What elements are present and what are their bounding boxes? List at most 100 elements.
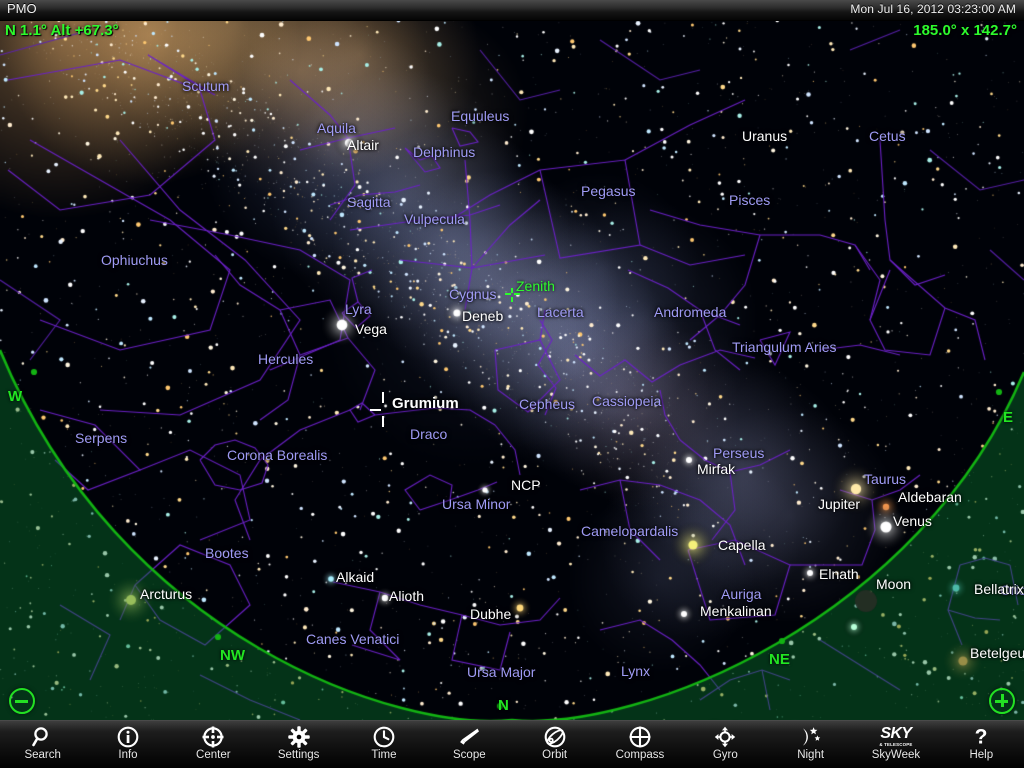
- toolbar-item-skyweek[interactable]: SKY & TELESCOPE SkyWeek: [853, 721, 938, 768]
- orbit-icon: [544, 725, 566, 748]
- constellation-label: Vulpecula: [404, 211, 465, 227]
- toolbar-item-scope[interactable]: Scope: [427, 721, 512, 768]
- constellation-label: Camelopardalis: [581, 523, 679, 539]
- constellation-label: Aquila: [317, 120, 356, 136]
- bottom-toolbar: Search Info Center Settings Time Scope Orbit Co…: [0, 720, 1024, 768]
- constellation-label: Cygnus: [449, 286, 497, 302]
- star-label: Altair: [347, 137, 379, 153]
- star-label: Jupiter: [818, 496, 861, 512]
- toolbar-item-gyro[interactable]: Gyro: [683, 721, 768, 768]
- constellation-label: Draco: [410, 426, 448, 442]
- toolbar-item-label: Center: [196, 749, 231, 761]
- constellation-label: Sagitta: [347, 194, 391, 210]
- toolbar-item-label: Help: [969, 749, 994, 761]
- star-label: NCP: [511, 477, 541, 493]
- constellation-label: Cepheus: [519, 396, 576, 412]
- constellation-label: Delphinus: [413, 144, 476, 160]
- star-label: Arcturus: [140, 586, 193, 602]
- star-label: Dubhe: [470, 606, 512, 622]
- toolbar-item-time[interactable]: Time: [341, 721, 426, 768]
- toolbar-item-label: Search: [24, 749, 61, 761]
- star-label: Aldebaran: [898, 489, 962, 505]
- constellation-label: Canes Venatici: [306, 631, 400, 647]
- constellation-label: Taurus: [864, 471, 907, 487]
- star-label: Capella: [718, 537, 766, 553]
- question-mark-icon: ?: [970, 725, 992, 748]
- cardinal-point-label: W: [8, 388, 23, 405]
- constellation-label: Equuleus: [451, 108, 510, 124]
- sky-wordmark-big: SKY: [880, 725, 912, 743]
- status-datetime: Mon Jul 16, 2012 03:23:00 AM: [850, 2, 1016, 16]
- plus-circle-icon[interactable]: [989, 688, 1015, 714]
- selected-object-label: Grumium: [392, 395, 459, 412]
- constellation-label: Cassiopeia: [592, 393, 662, 409]
- zenith-label: Zenith: [516, 278, 555, 294]
- minus-circle-icon[interactable]: [9, 688, 35, 714]
- constellation-label: Triangulum Aries: [732, 339, 837, 355]
- toolbar-item-center[interactable]: Center: [171, 721, 256, 768]
- star-label: Menkalinan: [700, 603, 772, 619]
- star-label: Alioth: [389, 588, 425, 604]
- toolbar-item-search[interactable]: Search: [0, 721, 85, 768]
- sky-view[interactable]: Scutum Aquila Equuleus Delphinus Ophiuchus Sa…: [0, 20, 1024, 720]
- toolbar-item-label: Info: [118, 749, 138, 761]
- gear-icon: [287, 725, 310, 748]
- toolbar-item-label: Orbit: [542, 749, 568, 761]
- star-label: Venus: [893, 513, 932, 529]
- constellation-label: Cetus: [869, 128, 906, 144]
- info-icon: [117, 725, 139, 748]
- toolbar-item-help[interactable]: ? Help: [939, 721, 1024, 768]
- star-label: Deneb: [462, 308, 504, 324]
- constellation-label: Lacerta: [537, 304, 584, 320]
- orientation-readout: N 1.1° Alt +67.3°: [5, 22, 119, 39]
- constellation-label: Auriga: [721, 586, 762, 602]
- toolbar-item-label: Scope: [453, 749, 486, 761]
- app-name: PMO: [7, 1, 37, 16]
- toolbar-item-label: Time: [371, 749, 397, 761]
- cardinal-point-label: N: [498, 697, 509, 714]
- toolbar-item-label: Night: [797, 749, 825, 761]
- clock-icon: [373, 725, 395, 748]
- star-chart-app: PMO Mon Jul 16, 2012 03:23:00 AM Scutum A…: [0, 0, 1024, 768]
- toolbar-item-label: SkyWeek: [871, 749, 921, 761]
- constellation-label: Ursa Major: [467, 664, 536, 680]
- status-bar: PMO Mon Jul 16, 2012 03:23:00 AM: [0, 0, 1024, 21]
- search-icon: [31, 725, 54, 748]
- constellation-label: Pegasus: [581, 183, 636, 199]
- compass-icon: [629, 725, 651, 748]
- star-label: Vega: [355, 321, 387, 337]
- svg-text:?: ?: [975, 726, 988, 748]
- toolbar-item-orbit[interactable]: Orbit: [512, 721, 597, 768]
- center-crosshair-icon: [202, 725, 224, 748]
- constellation-label: Corona Borealis: [227, 447, 328, 463]
- star-label: Elnath: [819, 566, 859, 582]
- star-label: Uranus: [742, 128, 788, 144]
- toolbar-item-label: Settings: [277, 749, 320, 761]
- moon-stars-icon: [798, 725, 824, 748]
- toolbar-item-settings[interactable]: Settings: [256, 721, 341, 768]
- star-label: Bellatrix: [974, 581, 1024, 597]
- gyro-icon: [714, 725, 736, 748]
- constellation-label: Hercules: [258, 351, 314, 367]
- constellation-label: Pisces: [729, 192, 771, 208]
- sky-wordmark-small: & TELESCOPE: [879, 741, 913, 747]
- toolbar-item-label: Compass: [615, 749, 665, 761]
- constellation-label: Bootes: [205, 545, 249, 561]
- constellation-label: Ophiuchus: [101, 252, 168, 268]
- field-of-view-readout: 185.0° x 142.7°: [913, 22, 1017, 39]
- constellation-label: Lyra: [345, 301, 372, 317]
- toolbar-item-compass[interactable]: Compass: [597, 721, 682, 768]
- star-label: Mirfak: [697, 461, 736, 477]
- constellation-label: Scutum: [182, 78, 230, 94]
- constellation-label: Andromeda: [654, 304, 727, 320]
- sky-and-telescope-logo: SKY & TELESCOPE: [879, 725, 912, 748]
- constellation-label: Ursa Minor: [442, 496, 511, 512]
- cardinal-point-label: E: [1003, 409, 1014, 426]
- constellation-label: Lynx: [621, 663, 651, 679]
- toolbar-item-night[interactable]: Night: [768, 721, 853, 768]
- cardinal-point-label: NE: [769, 651, 790, 668]
- constellation-label: Orion: [1000, 582, 1024, 598]
- constellation-label: Perseus: [713, 445, 765, 461]
- toolbar-item-info[interactable]: Info: [85, 721, 170, 768]
- sky-label-overlay: Scutum Aquila Equuleus Delphinus Ophiuchus Sa…: [0, 20, 1024, 720]
